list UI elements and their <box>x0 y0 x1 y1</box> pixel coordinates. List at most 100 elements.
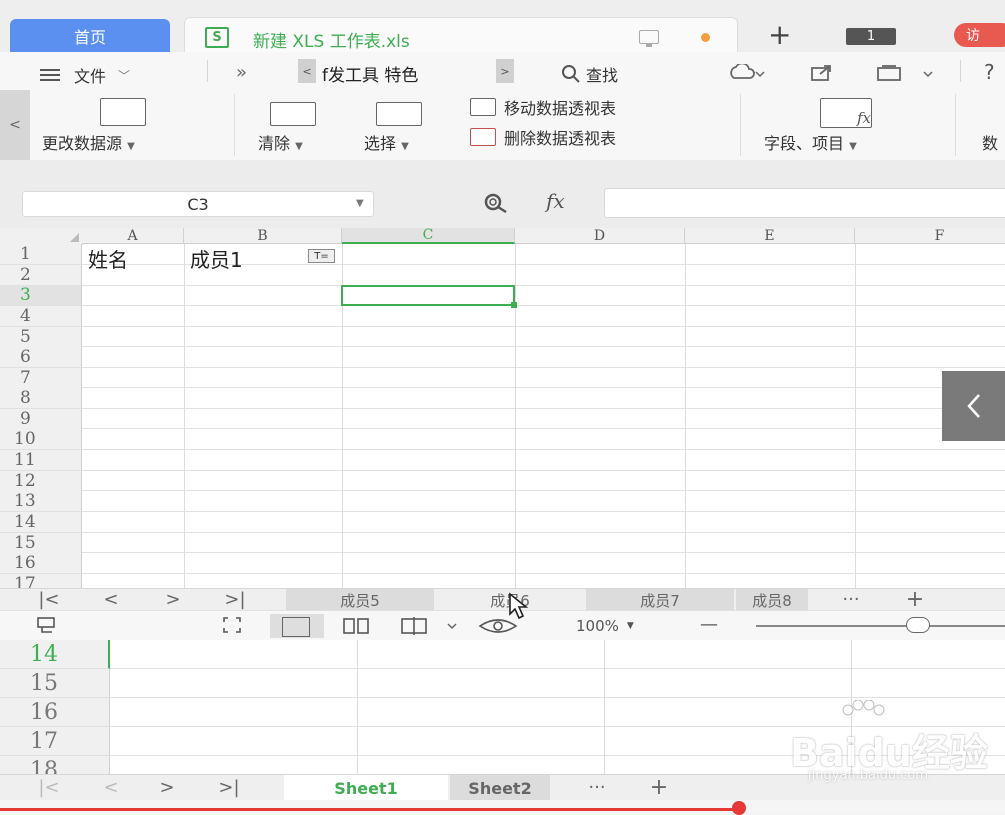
more-sheets-button[interactable]: ··· <box>582 775 612 801</box>
row-header[interactable]: 2 <box>0 265 82 286</box>
ribbon-scroll-left-button[interactable]: < <box>0 90 30 160</box>
sheet-tab-active[interactable]: Sheet1 <box>284 775 448 801</box>
row-header[interactable]: 4 <box>0 306 82 327</box>
more-sheets-button[interactable]: ··· <box>836 589 866 611</box>
add-sheet-button[interactable]: + <box>900 589 930 611</box>
cell-b1[interactable]: 成员1 <box>190 244 243 273</box>
zoom-level-dropdown[interactable]: 100% ▼ <box>576 617 634 635</box>
column-header-c[interactable]: C <box>342 228 515 244</box>
row-header[interactable]: 9 <box>0 409 82 430</box>
grid-line <box>82 326 1005 327</box>
row-header[interactable]: 12 <box>0 471 82 492</box>
fields-items-label: 字段、项目 <box>764 134 845 153</box>
column-header-f[interactable]: F <box>855 228 1005 244</box>
zoom-slider-track[interactable] <box>756 625 1005 627</box>
row-header-active[interactable]: 14 <box>0 640 110 669</box>
last-sheet-button[interactable]: >| <box>220 589 250 611</box>
next-sheet-button[interactable]: > <box>152 775 182 801</box>
row-header[interactable]: 17 <box>0 574 82 588</box>
fx-field-icon: fx <box>820 98 872 128</box>
insert-function-button[interactable]: fx <box>546 189 565 213</box>
side-panel-toggle-button[interactable] <box>942 371 1005 441</box>
row-header[interactable]: 14 <box>0 512 82 533</box>
toolbox-icon[interactable] <box>876 64 940 86</box>
select-all-corner[interactable] <box>0 228 83 245</box>
ribbon-tabs-strip[interactable]: f发工具 特色 <box>322 61 486 86</box>
move-pivot-button[interactable]: 移动数据透视表 <box>470 96 616 118</box>
grid-line <box>604 640 605 774</box>
row-header[interactable]: 15 <box>0 533 82 554</box>
grid-view-icon <box>282 617 310 637</box>
sheet-tab[interactable]: 成员7 <box>586 589 734 611</box>
fullscreen-icon[interactable] <box>222 616 242 638</box>
ribbon-tabs-scroll-left[interactable]: < <box>298 59 316 83</box>
visitor-button[interactable]: 访 <box>954 23 1005 47</box>
zoom-formula-icon[interactable] <box>482 192 522 219</box>
search-button[interactable]: 查找 <box>560 62 618 86</box>
sheet-tab[interactable]: 成员8 <box>736 589 808 611</box>
first-sheet-button[interactable]: |< <box>34 775 64 801</box>
normal-view-button[interactable] <box>270 614 324 638</box>
chevron-down-icon[interactable]: ▼ <box>356 198 364 209</box>
row-header[interactable]: 6 <box>0 347 82 368</box>
tab-document[interactable]: S 新建 XLS 工作表.xls <box>184 17 738 53</box>
name-box[interactable]: C3 <box>22 191 374 217</box>
tab-home[interactable]: 首页 <box>10 19 170 52</box>
selected-cell-c3[interactable] <box>341 285 517 308</box>
last-sheet-button[interactable]: >| <box>214 775 244 801</box>
row-header[interactable]: 16 <box>0 698 110 727</box>
grid-line <box>515 244 516 588</box>
cell-a1[interactable]: 姓名 <box>88 244 128 273</box>
chevron-down-icon: ▼ <box>626 621 634 631</box>
page-setup-icon[interactable] <box>36 616 58 638</box>
fields-items-button[interactable]: fx 字段、项目 ▼ <box>764 94 934 156</box>
monitor-icon[interactable] <box>639 30 659 47</box>
delete-pivot-button[interactable]: 删除数据透视表 <box>470 126 616 148</box>
column-header-e[interactable]: E <box>685 228 855 244</box>
filter-dropdown-button[interactable]: T= <box>308 249 335 263</box>
zoom-out-button[interactable]: — <box>700 614 718 635</box>
page-break-view-icon[interactable] <box>342 617 372 639</box>
row-header-active[interactable]: 3 <box>0 285 82 306</box>
prev-sheet-button[interactable]: < <box>96 775 126 801</box>
row-header[interactable]: 15 <box>0 669 110 698</box>
tab-count-badge[interactable]: 1 <box>846 28 896 45</box>
select-icon <box>376 102 422 126</box>
zoom-slider-handle[interactable] <box>906 617 930 633</box>
add-sheet-button[interactable]: + <box>644 775 674 801</box>
row-header[interactable]: 8 <box>0 388 82 409</box>
sheet-tab[interactable]: 成员5 <box>286 589 434 611</box>
cloud-sync-icon[interactable] <box>728 62 768 86</box>
spreadsheet-grid[interactable]: A B C D E F 1 2 3 4 5 6 7 8 9 10 11 12 1… <box>0 228 1005 588</box>
formula-input[interactable] <box>604 188 1005 218</box>
row-header[interactable]: 17 <box>0 727 110 756</box>
more-menus-button[interactable]: » <box>236 62 247 83</box>
reading-layout-icon[interactable] <box>400 617 462 639</box>
help-icon[interactable]: ? <box>984 60 995 84</box>
row-header[interactable]: 7 <box>0 368 82 389</box>
prev-sheet-button[interactable]: < <box>96 589 126 611</box>
ribbon-tabs-scroll-right[interactable]: > <box>496 59 514 83</box>
row-header[interactable]: 18 <box>0 756 110 774</box>
row-header[interactable]: 1 <box>0 244 82 265</box>
row-header[interactable]: 16 <box>0 553 82 574</box>
share-icon[interactable] <box>810 64 834 86</box>
chevron-left-icon <box>966 394 980 418</box>
row-header[interactable]: 11 <box>0 450 82 471</box>
file-menu-button[interactable]: 文件 ﹀ <box>40 63 130 87</box>
column-header-d[interactable]: D <box>515 228 685 244</box>
column-header-a[interactable]: A <box>82 228 184 244</box>
status-bar: 100% ▼ — <box>0 610 1005 641</box>
clear-button[interactable]: 清除 ▼ <box>258 94 338 156</box>
select-button[interactable]: 选择 ▼ <box>364 94 444 156</box>
new-tab-button[interactable]: + <box>768 20 791 50</box>
sheet-tab[interactable]: Sheet2 <box>450 775 550 801</box>
change-data-source-button[interactable]: 更改数据源 ▼ <box>42 94 207 156</box>
first-sheet-button[interactable]: |< <box>34 589 64 611</box>
data-button-partial[interactable]: 数 <box>982 130 998 154</box>
row-header[interactable]: 10 <box>0 429 82 450</box>
column-header-b[interactable]: B <box>184 228 342 244</box>
row-header[interactable]: 13 <box>0 491 82 512</box>
next-sheet-button[interactable]: > <box>158 589 188 611</box>
row-header[interactable]: 5 <box>0 327 82 348</box>
